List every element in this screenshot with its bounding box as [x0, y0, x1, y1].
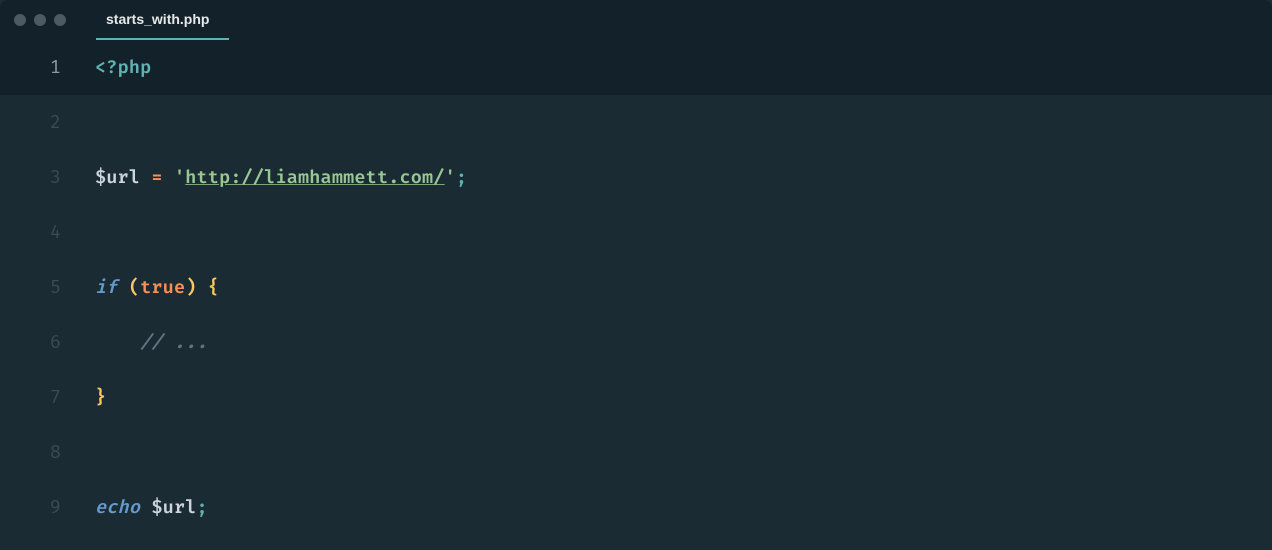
- url-link[interactable]: http://liamhammett.com/: [185, 166, 444, 189]
- code-content: $url = 'http://liamhammett.com/';: [95, 169, 467, 187]
- code-line-7: 7 }: [0, 370, 1272, 425]
- gutter-line-number: 5: [0, 276, 95, 299]
- code-line-1: 1 <?php: [0, 40, 1272, 95]
- zoom-icon[interactable]: [54, 14, 66, 26]
- gutter-line-number: 2: [0, 111, 95, 134]
- minimize-icon[interactable]: [34, 14, 46, 26]
- code-line-6: 6 // ...: [0, 315, 1272, 370]
- tab-filename: starts_with.php: [106, 11, 209, 27]
- code-content: if (true) {: [95, 279, 219, 297]
- code-line-5: 5 if (true) {: [0, 260, 1272, 315]
- close-icon[interactable]: [14, 14, 26, 26]
- gutter-line-number: 1: [0, 56, 95, 79]
- titlebar: starts_with.php: [0, 0, 1272, 40]
- traffic-lights: [14, 14, 66, 26]
- editor-window: starts_with.php 1 <?php 2 3 $url = 'http…: [0, 0, 1272, 550]
- code-content: echo $url;: [95, 499, 208, 517]
- gutter-line-number: 8: [0, 441, 95, 464]
- code-line-8: 8: [0, 425, 1272, 480]
- code-content: // ...: [95, 334, 208, 352]
- tab-active[interactable]: starts_with.php: [96, 0, 229, 40]
- code-line-2: 2: [0, 95, 1272, 150]
- code-editor[interactable]: 1 <?php 2 3 $url = 'http://liamhammett.c…: [0, 40, 1272, 550]
- code-content: <?php: [95, 59, 151, 77]
- gutter-line-number: 7: [0, 386, 95, 409]
- code-line-3: 3 $url = 'http://liamhammett.com/';: [0, 150, 1272, 205]
- gutter-line-number: 3: [0, 166, 95, 189]
- code-line-4: 4: [0, 205, 1272, 260]
- gutter-line-number: 4: [0, 221, 95, 244]
- code-content: }: [95, 389, 106, 407]
- gutter-line-number: 6: [0, 331, 95, 354]
- gutter-line-number: 9: [0, 496, 95, 519]
- code-line-9: 9 echo $url;: [0, 480, 1272, 535]
